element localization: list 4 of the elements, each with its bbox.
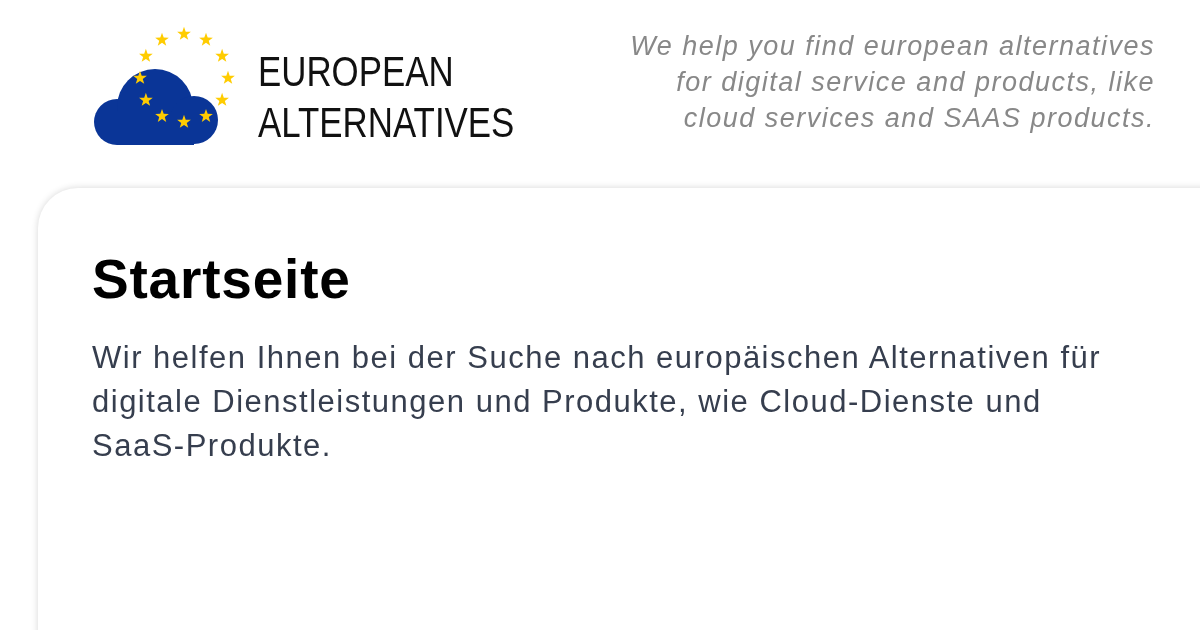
- page-title: Startseite: [92, 248, 352, 310]
- site-name: EUROPEAN ALTERNATIVES: [258, 47, 516, 148]
- tagline: We help you find european alternatives for digital service and products, like cloud services and SAAS products.: [629, 30, 1155, 135]
- intro-paragraph: Wir helfen Ihnen bei der Suche nach europäischen Alternativen für digitale Dienstleistungen und Produkte, wie Cloud-Dienste und SaaS-Produkte.: [92, 339, 1103, 465]
